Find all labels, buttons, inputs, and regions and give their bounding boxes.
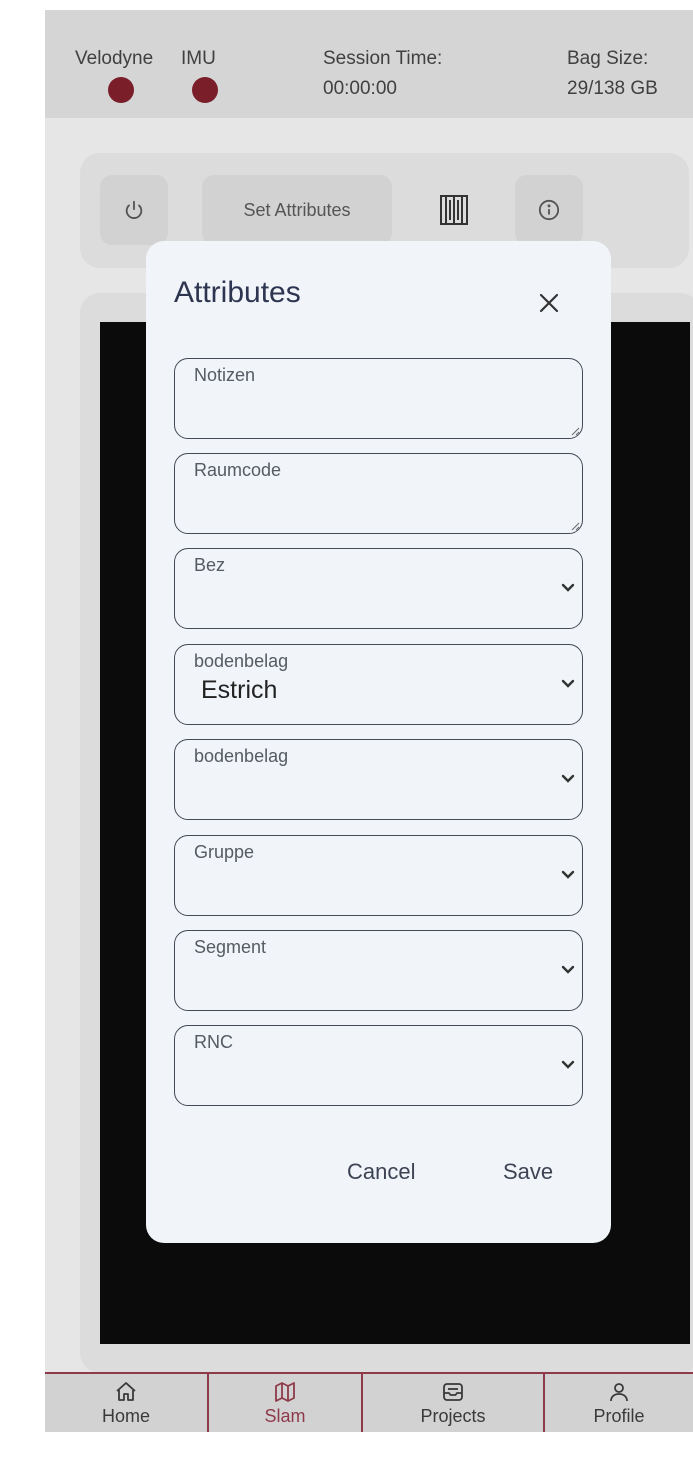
resize-handle-icon[interactable]	[570, 521, 580, 531]
chevron-down-icon	[561, 679, 575, 688]
session-time-value: 00:00:00	[323, 78, 397, 99]
raumcode-field[interactable]: Raumcode	[174, 453, 583, 534]
segment-select[interactable]: Segment	[174, 930, 583, 1011]
inbox-icon	[443, 1382, 463, 1401]
velodyne-status-indicator	[108, 77, 134, 103]
tab-home[interactable]: Home	[45, 1374, 207, 1432]
bez-select[interactable]: Bez	[174, 548, 583, 629]
field-label: Gruppe	[194, 842, 255, 862]
notizen-field[interactable]: Notizen	[174, 358, 583, 439]
user-icon	[610, 1382, 628, 1401]
cancel-button[interactable]: Cancel	[347, 1159, 415, 1185]
field-label: Bez	[194, 555, 226, 575]
dialog-title: Attributes	[174, 276, 301, 309]
tab-slam-label: Slam	[264, 1405, 306, 1426]
session-time-label: Session Time:	[323, 48, 443, 69]
bottom-tab-bar: Home Slam Projects Profile	[45, 1372, 693, 1432]
tab-slam[interactable]: Slam	[209, 1374, 361, 1432]
chevron-down-icon	[561, 774, 575, 783]
field-label: bodenbelag	[194, 746, 289, 766]
velodyne-label: Velodyne	[75, 48, 154, 69]
chevron-down-icon	[561, 583, 575, 592]
bag-size-label: Bag Size:	[567, 48, 649, 69]
set-attributes-label: Set Attributes	[243, 199, 351, 220]
chevron-down-icon	[561, 1060, 575, 1069]
tab-profile-label: Profile	[593, 1405, 645, 1426]
field-label: Segment	[194, 937, 267, 957]
resize-handle-icon[interactable]	[570, 426, 580, 436]
field-label: Notizen	[194, 365, 256, 385]
imu-label: IMU	[181, 48, 216, 69]
tab-projects[interactable]: Projects	[363, 1374, 543, 1432]
attributes-dialog: Attributes Notizen Raumcode Bez bodenbel…	[146, 241, 611, 1243]
map-icon	[275, 1381, 295, 1402]
field-label: Raumcode	[194, 460, 282, 480]
tab-home-label: Home	[101, 1405, 150, 1426]
barcode-button[interactable]	[420, 175, 488, 245]
power-button[interactable]	[100, 175, 168, 245]
info-icon	[538, 199, 560, 221]
field-value: Estrich	[201, 676, 278, 704]
imu-status-indicator	[192, 77, 218, 103]
rnc-select[interactable]: RNC	[174, 1025, 583, 1106]
bodenbelag-select[interactable]: bodenbelag Estrich	[174, 644, 583, 725]
tab-profile[interactable]: Profile	[545, 1374, 693, 1432]
status-bar: Velodyne IMU Session Time: 00:00:00 Bag …	[45, 10, 693, 118]
close-button[interactable]	[532, 286, 566, 320]
bag-size-value: 29/138 GB	[567, 78, 658, 99]
home-icon	[116, 1381, 136, 1401]
field-label: bodenbelag	[194, 651, 289, 671]
field-label: RNC	[194, 1032, 233, 1052]
close-icon	[539, 293, 559, 313]
info-button[interactable]	[515, 175, 583, 245]
chevron-down-icon	[561, 870, 575, 879]
power-icon	[125, 200, 143, 219]
gruppe-select[interactable]: Gruppe	[174, 835, 583, 916]
chevron-down-icon	[561, 965, 575, 974]
tab-projects-label: Projects	[420, 1405, 486, 1426]
barcode-icon	[440, 195, 468, 225]
set-attributes-button[interactable]: Set Attributes	[202, 175, 392, 245]
save-button[interactable]: Save	[503, 1159, 553, 1185]
bodenbelag-select-2[interactable]: bodenbelag	[174, 739, 583, 820]
